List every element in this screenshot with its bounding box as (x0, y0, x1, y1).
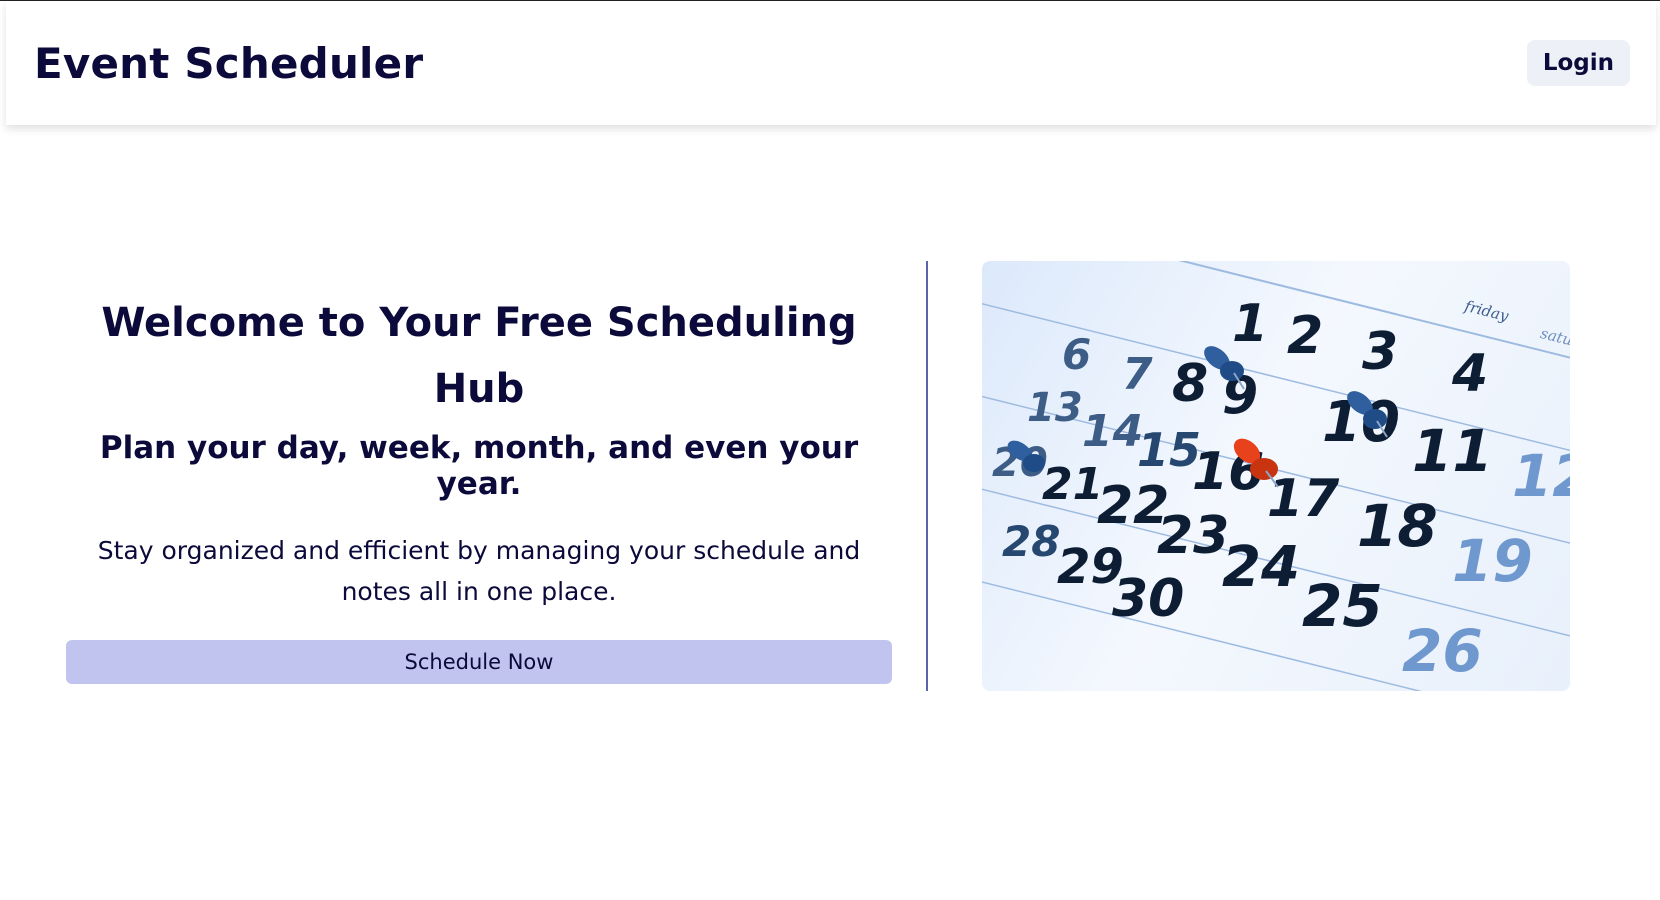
calendar-day: 17 (1267, 469, 1340, 529)
calendar-day: 14 (1082, 406, 1143, 457)
calendar-day: 6 (1062, 330, 1091, 379)
hero-description: Stay organized and efficient by managing… (97, 536, 861, 606)
calendar-day: 18 (1357, 492, 1438, 560)
calendar-day: 23 (1157, 506, 1229, 566)
calendar-day: 8 (1172, 354, 1208, 414)
vertical-divider (926, 261, 928, 691)
calendar-day: 21 (1042, 459, 1103, 510)
calendar-day: 11 (1412, 417, 1493, 485)
hero-subtitle: Plan your day, week, month, and even you… (99, 430, 859, 502)
calendar-day: 24 (1222, 535, 1300, 600)
calendar-day: 13 (1027, 385, 1083, 431)
calendar-day: 26 (1402, 617, 1483, 685)
login-button[interactable]: Login (1526, 40, 1630, 86)
calendar-day: 12 (1512, 442, 1570, 510)
calendar-day: 4 (1451, 344, 1488, 404)
calendar-day: 1 (1232, 294, 1268, 354)
schedule-now-button[interactable]: Schedule Now (66, 640, 892, 684)
calendar-day: 3 (1362, 322, 1398, 382)
calendar-day: 19 (1452, 527, 1533, 595)
calendar-day: 7 (1122, 349, 1153, 400)
calendar-day: 30 (1112, 569, 1184, 629)
calendar-day: 28 (1002, 517, 1060, 566)
day-label-friday: friday (1462, 297, 1511, 326)
app-title: Event Scheduler (34, 38, 424, 88)
hero-title: Welcome to Your Free Scheduling Hub (101, 300, 857, 412)
calendar-image: friday saturday 1 2 3 4 6 7 8 9 10 11 12… (982, 261, 1570, 691)
hero-section: Welcome to Your Free Scheduling Hub Plan… (66, 290, 892, 684)
calendar-day: 2 (1287, 306, 1323, 366)
top-navbar: Event Scheduler Login (6, 1, 1656, 125)
calendar-day: 25 (1302, 572, 1383, 640)
